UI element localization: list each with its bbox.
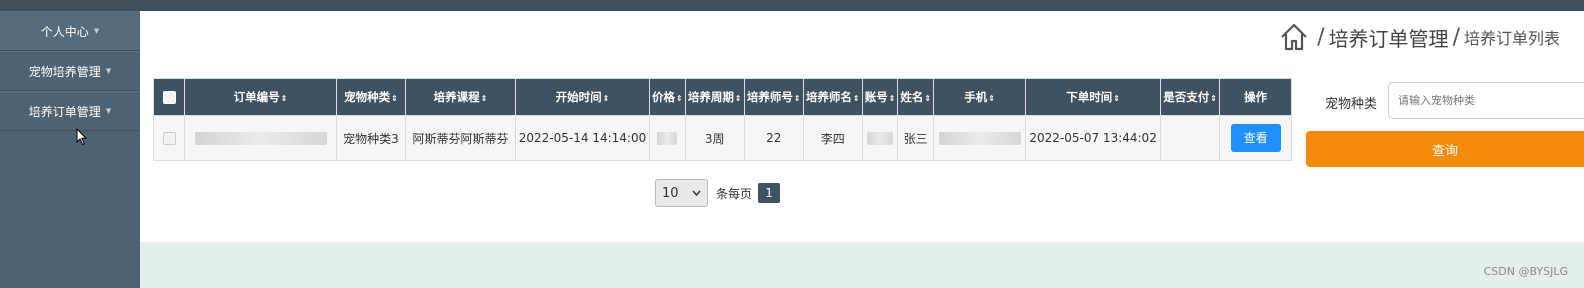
cell-order-time: 2022-05-07 13:44:02 xyxy=(1025,115,1162,161)
sort-icon[interactable]: ⇕ xyxy=(481,94,488,103)
sort-icon[interactable]: ⇕ xyxy=(735,94,742,103)
chevron-down-icon: ▼ xyxy=(105,107,112,115)
column-header-trainer-no[interactable]: 培养师号⇕ xyxy=(743,78,804,116)
redacted-value xyxy=(194,132,327,145)
sort-icon[interactable]: ⇕ xyxy=(676,94,683,103)
sidebar-item-label: 培养订单管理 xyxy=(28,104,101,119)
cell-course: 阿斯蒂芬阿斯蒂芬 xyxy=(405,115,516,161)
column-header-start-time[interactable]: 开始时间⇕ xyxy=(515,78,650,116)
sort-icon[interactable]: ⇕ xyxy=(391,94,398,103)
sort-icon[interactable]: ⇕ xyxy=(988,94,995,103)
cell-pet-type: 宠物种类3 xyxy=(336,115,406,161)
column-header-price[interactable]: 价格⇕ xyxy=(649,78,686,116)
sort-icon[interactable]: ⇕ xyxy=(924,94,931,103)
cell-trainer-no: 22 xyxy=(743,115,804,161)
table-header-row: 订单编号⇕ 宠物种类⇕ 培养课程⇕ 开始时间⇕ 价格⇕ 培养周期⇕ 培养师号⇕ … xyxy=(153,78,1293,116)
page-size-value: 10 xyxy=(662,185,679,201)
watermark: CSDN @BYSJLG xyxy=(1483,265,1568,278)
cell-period: 3周 xyxy=(684,115,745,161)
sort-icon[interactable]: ⇕ xyxy=(853,94,860,103)
select-all-header[interactable] xyxy=(153,78,185,116)
breadcrumb-item-order-list: 培养订单列表 xyxy=(1463,29,1560,48)
cell-name: 张三 xyxy=(897,115,935,161)
cell-price xyxy=(649,115,686,161)
breadcrumb-separator: / xyxy=(1317,24,1325,50)
sidebar-item-training-orders[interactable]: 培养订单管理 ▼ xyxy=(0,91,140,131)
row-checkbox[interactable] xyxy=(162,132,176,145)
column-header-pet-type[interactable]: 宠物种类⇕ xyxy=(336,78,406,116)
column-header-order-no[interactable]: 订单编号⇕ xyxy=(184,78,337,116)
column-header-phone[interactable]: 手机⇕ xyxy=(933,78,1027,116)
cell-account xyxy=(861,115,899,161)
page-button-current[interactable]: 1 xyxy=(758,183,781,203)
sort-icon[interactable]: ⇕ xyxy=(794,94,801,103)
column-header-trainer-name[interactable]: 培养师名⇕ xyxy=(802,78,863,116)
breadcrumb-separator: / xyxy=(1452,24,1460,50)
column-header-name[interactable]: 姓名⇕ xyxy=(897,78,935,116)
sort-icon[interactable]: ⇕ xyxy=(603,94,610,103)
sort-icon[interactable]: ⇕ xyxy=(889,94,896,103)
cell-paid xyxy=(1160,115,1221,161)
column-header-account[interactable]: 账号⇕ xyxy=(861,78,899,116)
column-header-order-time[interactable]: 下单时间⇕ xyxy=(1025,78,1162,116)
cell-trainer-name: 李四 xyxy=(802,115,863,161)
pet-type-search-input[interactable] xyxy=(1388,82,1584,119)
chevron-down-icon: ▼ xyxy=(93,27,100,35)
sort-icon[interactable]: ⇕ xyxy=(1113,94,1120,103)
select-all-checkbox[interactable] xyxy=(162,91,176,104)
mouse-cursor-icon xyxy=(76,128,88,146)
home-icon[interactable] xyxy=(1279,22,1309,52)
breadcrumb-item-order-management[interactable]: 培养订单管理 xyxy=(1329,23,1449,52)
sidebar-item-pet-training[interactable]: 宠物培养管理 ▼ xyxy=(0,51,140,91)
column-header-course[interactable]: 培养课程⇕ xyxy=(405,78,516,116)
sort-icon[interactable]: ⇕ xyxy=(1210,94,1217,103)
cell-start-time: 2022-05-14 14:14:00 xyxy=(515,115,650,161)
sidebar-item-personal-center[interactable]: 个人中心 ▼ xyxy=(0,11,140,51)
sidebar-item-label: 宠物培养管理 xyxy=(28,64,101,79)
query-button[interactable]: 查询 xyxy=(1306,131,1584,167)
pagination: 10 条每页 1 xyxy=(655,179,781,207)
sidebar-item-label: 个人中心 xyxy=(40,24,89,39)
page-size-select[interactable]: 10 xyxy=(655,179,708,207)
sidebar: 个人中心 ▼ 宠物培养管理 ▼ 培养订单管理 ▼ xyxy=(0,11,140,288)
column-header-period[interactable]: 培养周期⇕ xyxy=(684,78,745,116)
redacted-value xyxy=(657,132,678,145)
orders-table: 订单编号⇕ 宠物种类⇕ 培养课程⇕ 开始时间⇕ 价格⇕ 培养周期⇕ 培养师号⇕ … xyxy=(153,78,1293,161)
redacted-value xyxy=(867,132,894,145)
sort-icon[interactable]: ⇕ xyxy=(281,94,288,103)
cell-order-no xyxy=(184,115,337,161)
footer-band xyxy=(140,242,1584,288)
column-header-paid[interactable]: 是否支付⇕ xyxy=(1160,78,1221,116)
chevron-down-icon xyxy=(692,190,701,196)
breadcrumb: / 培养订单管理 / 培养订单列表 xyxy=(1279,22,1560,52)
column-header-actions: 操作 xyxy=(1219,78,1293,116)
cell-actions: 查看 xyxy=(1219,115,1293,161)
table-row: 宠物种类3 阿斯蒂芬阿斯蒂芬 2022-05-14 14:14:00 3周 22… xyxy=(153,115,1293,161)
search-label: 宠物种类 xyxy=(1325,97,1378,112)
top-bar xyxy=(0,0,1584,11)
chevron-down-icon: ▼ xyxy=(105,67,112,75)
page-size-label: 条每页 xyxy=(716,186,753,201)
row-select-cell[interactable] xyxy=(153,115,185,161)
cell-phone xyxy=(933,115,1027,161)
view-button[interactable]: 查看 xyxy=(1230,124,1281,152)
redacted-value xyxy=(938,132,1021,145)
